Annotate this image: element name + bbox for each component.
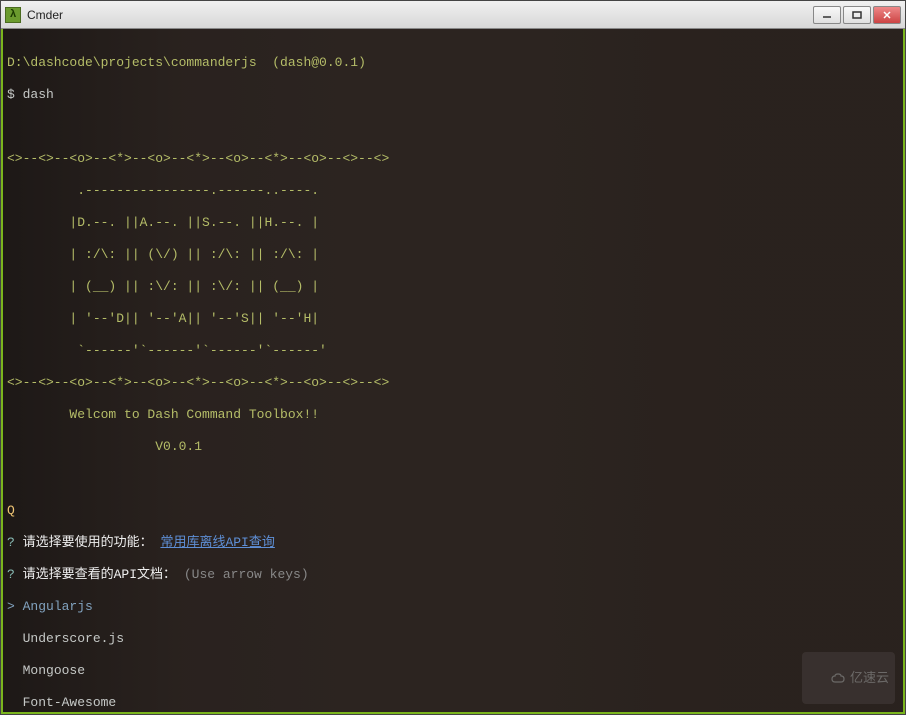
application-window: λ Cmder D:\dashcode\projects\commanderjs… xyxy=(0,0,906,715)
close-button[interactable] xyxy=(873,6,901,24)
prompt-version: (dash@0.0.1) xyxy=(272,55,366,70)
prompt-path: D:\dashcode\projects\commanderjs xyxy=(7,55,257,70)
app-icon: λ xyxy=(5,7,21,23)
selected-option[interactable]: Angularjs xyxy=(23,599,93,614)
ascii-art-line: | '--'D|| '--'A|| '--'S|| '--'H| xyxy=(7,311,899,327)
selection-arrow: > xyxy=(7,599,15,614)
ascii-art-line: | :/\: || (\/) || :/\: || :/\: | xyxy=(7,247,899,263)
question-1: 请选择要使用的功能： xyxy=(23,535,153,550)
window-controls xyxy=(813,6,901,24)
q-symbol: Q xyxy=(7,503,15,518)
watermark: 亿速云 xyxy=(802,652,895,704)
ascii-art-line: | (__) || :\/: || :\/: || (__) | xyxy=(7,279,899,295)
ascii-border-bottom: <>--<>--<o>--<*>--<o>--<*>--<o>--<*>--<o… xyxy=(7,375,899,391)
list-item[interactable]: Font-Awesome xyxy=(23,695,117,710)
list-item[interactable]: Underscore.js xyxy=(23,631,124,646)
titlebar[interactable]: λ Cmder xyxy=(1,1,905,29)
api-link[interactable]: 常用库离线API查询 xyxy=(160,535,274,550)
prompt-symbol: $ xyxy=(7,87,15,102)
question-2: 请选择要查看的API文档： xyxy=(23,567,176,582)
question-marker: ? xyxy=(7,567,15,582)
ascii-art-line: `------'`------'`------'`------' xyxy=(7,343,899,359)
watermark-text: 亿速云 xyxy=(850,670,889,685)
ascii-art-line: |D.--. ||A.--. ||S.--. ||H.--. | xyxy=(7,215,899,231)
command-text: dash xyxy=(23,87,54,102)
welcome-text: Welcom to Dash Command Toolbox!! xyxy=(7,407,899,423)
ascii-art-line: .----------------.------..----. xyxy=(7,183,899,199)
ascii-border-top: <>--<>--<o>--<*>--<o>--<*>--<o>--<*>--<o… xyxy=(7,151,899,167)
minimize-icon xyxy=(822,10,832,20)
maximize-icon xyxy=(852,10,862,20)
maximize-button[interactable] xyxy=(843,6,871,24)
terminal-content[interactable]: D:\dashcode\projects\commanderjs (dash@0… xyxy=(1,29,905,714)
window-title: Cmder xyxy=(27,8,813,22)
minimize-button[interactable] xyxy=(813,6,841,24)
version-text: V0.0.1 xyxy=(7,439,899,455)
cloud-icon xyxy=(830,672,850,686)
close-icon xyxy=(882,10,892,20)
question-marker: ? xyxy=(7,535,15,550)
list-item[interactable]: Mongoose xyxy=(23,663,85,678)
hint-text: (Use arrow keys) xyxy=(184,567,309,582)
